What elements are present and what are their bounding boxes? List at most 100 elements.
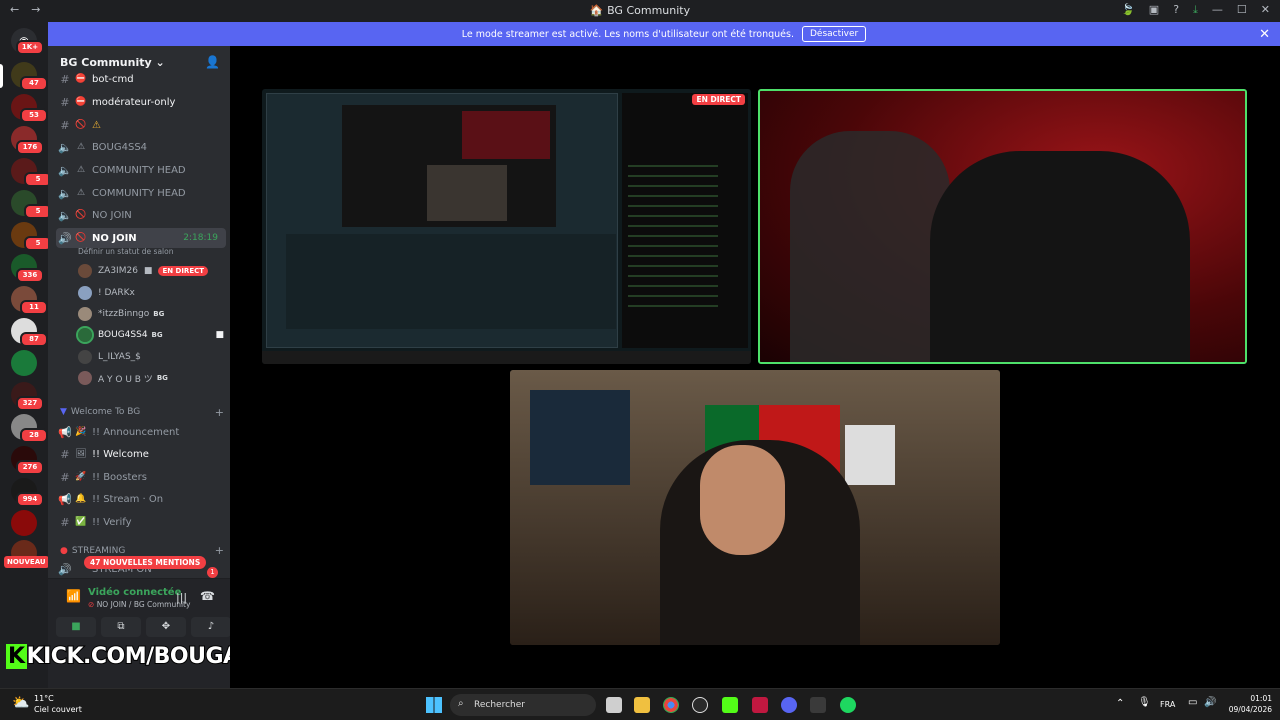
server-icon[interactable] — [11, 510, 37, 536]
avatar — [78, 286, 92, 300]
hashtag-icon: # — [60, 95, 70, 109]
app-icon[interactable] — [752, 697, 768, 713]
server-badge: 327 — [16, 396, 44, 411]
microphone-icon[interactable]: 🎙 — [1138, 697, 1151, 708]
channel-emoji: ⚠ — [76, 142, 86, 152]
category-header[interactable]: ● STREAMING + — [60, 546, 224, 555]
weather-icon[interactable]: ⛅ — [12, 695, 29, 711]
signal-icon[interactable]: 📶 — [66, 589, 81, 603]
voice-user[interactable]: ! DARKx — [78, 283, 224, 303]
server-badge: 53 — [20, 108, 48, 123]
voice-channel-item[interactable]: 🔈 ⚠ COMMUNITY HEAD — [56, 183, 226, 203]
camera-tile-speaking[interactable] — [758, 89, 1247, 364]
voice-user[interactable]: ZA3IM26 ■ EN DIRECT — [78, 261, 224, 281]
server-badge: 1K+ — [16, 40, 44, 55]
channel-item[interactable]: 📢 🎉!! Announcement — [56, 422, 226, 442]
live-badge: EN DIRECT — [158, 266, 209, 276]
channel-item[interactable]: # 🖼!! Welcome — [56, 444, 226, 464]
avatar — [78, 350, 92, 364]
category-header[interactable]: ▼ Welcome To BG + — [60, 406, 224, 419]
chrome-icon[interactable] — [663, 697, 679, 713]
server-icon[interactable] — [11, 350, 37, 376]
server-list: ◉ 1K+ 47 53 176 5 5 5 336 11 87 327 28 2… — [0, 22, 52, 688]
channel-status[interactable]: Définir un statut de salon — [78, 247, 173, 256]
help-icon[interactable]: ? — [1173, 3, 1179, 17]
server-badge: 276 — [16, 460, 44, 475]
channel-item[interactable]: # ✅!! Verify — [56, 512, 226, 532]
minimize-icon[interactable]: — — [1212, 3, 1223, 17]
channel-emoji: 🚫 — [75, 120, 87, 130]
add-channel-icon[interactable]: + — [215, 546, 224, 555]
voice-channel-item[interactable]: 🔈 ⚠ COMMUNITY HEAD — [56, 160, 226, 180]
discord-icon[interactable] — [781, 697, 797, 713]
activities-button[interactable]: ✥ — [146, 617, 186, 637]
add-channel-icon[interactable]: + — [215, 406, 224, 419]
disable-streamer-mode-button[interactable]: Désactiver — [801, 26, 867, 42]
network-icon[interactable]: ▭ — [1188, 697, 1197, 708]
poster-sign — [845, 425, 895, 485]
banner-close-icon[interactable]: ✕ — [1259, 27, 1270, 42]
speaker-icon: 🔈 — [58, 208, 72, 222]
server-badge: 47 — [20, 76, 48, 91]
new-unreads-pill[interactable]: NOUVEAU — [4, 556, 49, 568]
channel-item[interactable]: # 🚀!! Boosters — [56, 467, 226, 487]
add-member-icon[interactable]: 👤 — [205, 55, 220, 69]
obs-preview-red — [462, 111, 550, 159]
new-mentions-pill[interactable]: 47 NOUVELLES MENTIONS — [84, 556, 207, 569]
channel-emoji: ⛔ — [75, 74, 87, 84]
clan-tag: BG — [153, 310, 165, 318]
voice-user[interactable]: BOUG4SS4 BG ■ — [76, 325, 224, 345]
app-icon[interactable] — [810, 697, 826, 713]
avatar — [78, 307, 92, 321]
leaf-icon[interactable]: 🍃 — [1121, 3, 1135, 17]
voice-channel-item[interactable]: 🔈 🚫 NO JOIN — [56, 205, 226, 225]
voice-channel-item[interactable]: 🔈 ⚠ BOUG4SS4 — [56, 137, 226, 157]
camera-tile[interactable] — [510, 370, 1000, 645]
channel-item[interactable]: 📢 🔔!! Stream · On — [56, 489, 226, 509]
speaker-icon: 🔈 — [58, 163, 72, 177]
language-indicator[interactable]: FRA — [1160, 700, 1175, 709]
voice-status-title[interactable]: Vidéo connectée — [88, 587, 181, 598]
obs-icon[interactable] — [692, 697, 708, 713]
chevron-up-icon[interactable]: ⌃ — [1116, 698, 1124, 709]
channel-item[interactable]: # 🚫 ⚠ — [56, 115, 226, 135]
hashtag-icon: # — [60, 447, 70, 461]
server-name: BG Community — [60, 55, 152, 69]
channel-item[interactable]: # ⛔ modérateur-only — [56, 92, 226, 112]
voice-user[interactable]: L_ILYAS_$ — [78, 347, 224, 367]
chevron-down-icon: ⌄ — [155, 55, 165, 69]
close-icon[interactable]: ✕ — [1261, 3, 1270, 17]
start-icon[interactable] — [426, 697, 442, 713]
screen-share-button[interactable]: ⧉ — [101, 617, 141, 637]
server-badge: 336 — [16, 268, 44, 283]
clan-tag: BG — [151, 331, 163, 339]
voice-channel-item-active[interactable]: 🔊 🚫 NO JOIN 2:18:19 — [56, 228, 226, 248]
download-icon[interactable]: ⤓ — [1193, 3, 1198, 17]
voice-user[interactable]: *itzzBinngo BG — [78, 304, 224, 324]
noise-suppression-icon[interactable]: ||| — [176, 591, 187, 604]
channel-item[interactable]: # ⛔ bot-cmd — [56, 72, 226, 86]
screen-share-tile[interactable]: EN DIRECT — [262, 89, 751, 364]
volume-icon[interactable]: 🔊 — [1204, 697, 1216, 708]
kick-app-icon[interactable] — [722, 697, 738, 713]
inbox-icon[interactable]: ▣ — [1149, 3, 1159, 17]
weather-widget[interactable]: 11°C Ciel couvert — [34, 693, 82, 715]
hashtag-icon: # — [60, 118, 70, 132]
soundboard-button[interactable]: ♪ — [191, 617, 231, 637]
unread-badge: 1 — [207, 567, 218, 578]
disconnect-icon[interactable]: ☎ — [200, 589, 215, 603]
speaker-icon: 🔊 — [58, 231, 72, 245]
maximize-icon[interactable]: ☐ — [1237, 3, 1247, 17]
speaker-icon: 🔈 — [58, 140, 72, 154]
hashtag-icon: # — [60, 470, 70, 484]
taskbar-search[interactable]: ⌕ Rechercher — [450, 694, 596, 716]
clan-tag: BG — [156, 374, 168, 382]
task-view-icon[interactable] — [606, 697, 622, 713]
camera-button[interactable]: ■ — [56, 617, 96, 637]
file-explorer-icon[interactable] — [634, 697, 650, 713]
voice-user[interactable]: A Y O U B ツ BG — [78, 368, 224, 388]
spotify-icon[interactable] — [840, 697, 856, 713]
clock[interactable]: 01:01 09/04/2026 — [1229, 693, 1272, 715]
hashtag-icon: # — [60, 72, 70, 86]
avatar — [76, 326, 94, 344]
